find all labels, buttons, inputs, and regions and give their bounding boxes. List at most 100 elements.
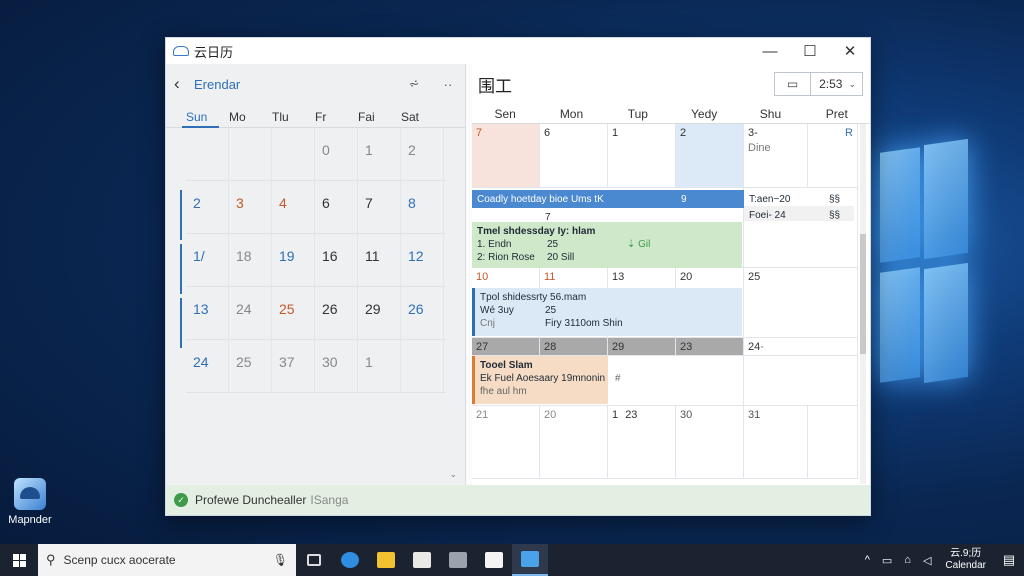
day-cell[interactable]: 2 (676, 124, 744, 188)
tray-clock[interactable]: 云.9;历 Calendar (945, 548, 986, 572)
search-placeholder[interactable]: Scenp cucx aocerate (64, 553, 273, 567)
mini-day-cell[interactable]: 11 (358, 234, 401, 286)
day-header-cell[interactable]: 27 (472, 338, 540, 356)
day-cell[interactable]: R (808, 124, 858, 188)
event-block-green[interactable]: Tmel shdessday Iy: hlam 1. Endn 25 ⇣ Gil… (472, 222, 742, 268)
mini-day-cell[interactable]: 24 (229, 287, 272, 339)
mini-day-cell[interactable]: 26 (315, 287, 358, 339)
taskbar-app-box[interactable] (440, 544, 476, 576)
window-title: 云日历 (194, 44, 234, 60)
taskbar-calendar[interactable] (512, 544, 548, 576)
taskbar-mail[interactable] (476, 544, 512, 576)
mini-day-cell[interactable]: 8 (401, 181, 444, 233)
mini-day-cell[interactable]: 12 (401, 234, 444, 286)
start-button[interactable] (0, 544, 38, 576)
mini-day-cell[interactable] (272, 128, 315, 180)
minimize-button[interactable]: — (750, 38, 790, 64)
side-event[interactable]: T:aen~20 (744, 190, 824, 206)
mini-day-cell[interactable]: 19 (272, 234, 315, 286)
mini-day-cell[interactable]: 25 (229, 340, 272, 392)
weekday-label[interactable]: Sat (401, 104, 444, 127)
weekday-label[interactable]: Tlu (272, 104, 315, 127)
mini-day-cell[interactable]: 13 (186, 287, 229, 339)
notification-icon[interactable]: ▤ (994, 552, 1024, 568)
desktop-icon-mapnder[interactable]: Mapnder (4, 478, 56, 526)
day-cell[interactable]: 3‑ Dine (744, 124, 808, 188)
mini-day-cell[interactable]: 16 (315, 234, 358, 286)
mini-day-cell[interactable]: 2 (186, 181, 229, 233)
day-cell[interactable]: 1 (608, 124, 676, 188)
week-marker (180, 190, 182, 240)
tray-expand-icon[interactable]: ^ (865, 554, 870, 566)
weekday-label[interactable]: Mo (229, 104, 272, 127)
event-block-orange[interactable]: Tooel Slam Ek Fuel Aoesaary 19mnonin fhe… (472, 356, 608, 404)
day-cell[interactable]: 30 (676, 406, 744, 479)
weekday-label[interactable]: Sun (182, 104, 229, 128)
mini-day-cell[interactable]: 4 (272, 181, 315, 233)
day-cell[interactable]: 7 (472, 124, 540, 188)
mini-day-cell[interactable]: 0 (315, 128, 358, 180)
day-cell[interactable]: 25 (744, 268, 858, 338)
day-cell[interactable] (808, 406, 858, 479)
event-line: Wé 3uy 25 (480, 304, 737, 317)
day-header-cell[interactable]: 28 (540, 338, 608, 356)
more-icon[interactable]: ·· (431, 77, 465, 92)
mini-day-cell[interactable]: 2 (401, 128, 444, 180)
weekday-label[interactable]: Fr (315, 104, 358, 127)
microphone-icon[interactable]: 🎙 (273, 553, 288, 567)
taskbar-edge[interactable] (332, 544, 368, 576)
mini-day-cell[interactable]: 24 (186, 340, 229, 392)
day-header-cell[interactable]: 24· (744, 338, 858, 356)
event-block-blue[interactable]: Tpol shidessrty 56.mam Wé 3uy 25 Cnj Fir… (472, 288, 742, 336)
day-cell[interactable]: 1 23 (608, 406, 676, 479)
mini-day-cell[interactable]: 1 (358, 340, 401, 392)
event-bar-date[interactable]: 9 (676, 190, 744, 208)
weekday-label[interactable]: Fai (358, 104, 401, 127)
event-bar[interactable]: Coadly hoetday bioe Ums tK (472, 190, 676, 208)
day-cell[interactable]: 31 (744, 406, 808, 479)
status-subtext[interactable]: ISanga (310, 493, 348, 507)
day-header-cell[interactable]: 23 (676, 338, 744, 356)
back-chevron-icon[interactable]: ‹ (174, 74, 194, 94)
sidebar-scroll-down-icon[interactable]: ⌄ (449, 469, 457, 480)
day-cell[interactable]: 6 (540, 124, 608, 188)
mini-day-cell[interactable] (186, 128, 229, 180)
maximize-button[interactable]: ☐ (790, 38, 830, 64)
mini-day-cell[interactable]: 26 (401, 287, 444, 339)
event-line: 1. Endn 25 ⇣ Gil (477, 238, 737, 251)
mini-day-cell[interactable]: 6 (315, 181, 358, 233)
taskbar-store[interactable] (404, 544, 440, 576)
mini-day-cell[interactable]: 1/ (186, 234, 229, 286)
filter-icon[interactable]: ⩫ (397, 76, 431, 92)
month-scrollbar[interactable] (860, 124, 866, 484)
mini-day-cell[interactable]: 7 (358, 181, 401, 233)
view-toggle-icon[interactable]: ▭ (775, 73, 812, 95)
calendar-name[interactable]: Erendar (194, 77, 397, 92)
mini-day-cell[interactable] (401, 340, 444, 392)
day-cell[interactable]: 21 (472, 406, 540, 479)
mini-day-cell[interactable] (229, 128, 272, 180)
event-line: 2: Rion Rose 20 Sill (477, 251, 737, 264)
day-header-cell[interactable]: 29 (608, 338, 676, 356)
time-value[interactable]: 2:53 (811, 77, 848, 91)
mini-day-cell[interactable]: 1 (358, 128, 401, 180)
mini-day-cell[interactable]: 3 (229, 181, 272, 233)
view-time-selector[interactable]: ▭ 2:53 ⌄ (774, 72, 863, 96)
volume-icon[interactable]: ◁ (923, 554, 931, 567)
close-button[interactable]: ✕ (830, 38, 870, 64)
title-bar[interactable]: 云日历 — ☐ ✕ (166, 38, 870, 64)
side-event[interactable]: Foei- 24 (744, 206, 824, 221)
mini-day-cell[interactable]: 37 (272, 340, 315, 392)
mini-day-cell[interactable]: 25 (272, 287, 315, 339)
taskbar-search[interactable]: ⚲ Scenp cucx aocerate 🎙 (38, 544, 296, 576)
network-icon[interactable]: ⌂ (904, 554, 911, 566)
mini-day-cell[interactable]: 18 (229, 234, 272, 286)
mini-day-cell[interactable]: 30 (315, 340, 358, 392)
mini-day-cell[interactable]: 29 (358, 287, 401, 339)
chevron-down-icon[interactable]: ⌄ (848, 79, 862, 90)
taskbar-file-explorer[interactable] (368, 544, 404, 576)
scrollbar-thumb[interactable] (860, 234, 866, 354)
task-view-button[interactable] (296, 544, 332, 576)
battery-icon[interactable]: ▭ (882, 554, 892, 567)
day-cell[interactable]: 20 (540, 406, 608, 479)
